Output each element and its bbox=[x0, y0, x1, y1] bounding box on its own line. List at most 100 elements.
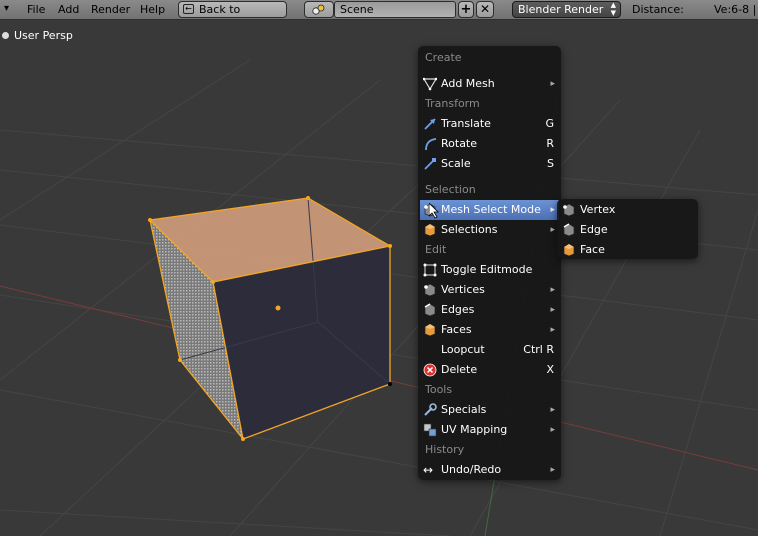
label: Loopcut bbox=[441, 343, 485, 356]
mesh-icon bbox=[422, 77, 438, 91]
scene-name-field[interactable]: Scene bbox=[334, 1, 456, 18]
menu-item-undo-redo[interactable]: ↔ Undo/Redo ▸ bbox=[420, 460, 559, 480]
submenu-arrow-icon: ▸ bbox=[550, 225, 555, 235]
shortcut: R bbox=[546, 137, 554, 150]
label: Edges bbox=[441, 303, 475, 316]
label: Mesh Select Mode bbox=[441, 203, 541, 216]
submenu-arrow-icon: ▸ bbox=[550, 285, 555, 295]
distance-label: Distance: bbox=[632, 3, 684, 16]
menu-item-selections[interactable]: Selections ▸ bbox=[420, 220, 559, 240]
submenu-item-face[interactable]: Face bbox=[559, 240, 696, 260]
menu-item-rotate[interactable]: Rotate R bbox=[420, 134, 559, 154]
submenu-item-vertex[interactable]: Vertex bbox=[559, 200, 696, 220]
shortcut: S bbox=[547, 157, 554, 170]
menu-item-edges[interactable]: Edges ▸ bbox=[420, 300, 559, 320]
label: Scale bbox=[441, 157, 471, 170]
menu-item-loopcut[interactable]: Loopcut Ctrl R bbox=[420, 340, 559, 360]
submenu-arrow-icon: ▸ bbox=[550, 405, 555, 415]
editmode-icon bbox=[423, 263, 437, 277]
face-select-icon bbox=[423, 223, 437, 237]
close-icon: ✕ bbox=[479, 2, 491, 16]
updown-arrows-icon: ▲ ▼ bbox=[610, 1, 616, 17]
object-context-menu: Create Add Mesh ▸ Transform Translate G … bbox=[418, 46, 561, 480]
label: Faces bbox=[441, 323, 472, 336]
vertex-select-icon bbox=[562, 203, 576, 217]
submenu-arrow-icon: ▸ bbox=[550, 205, 555, 215]
scene-browse-button[interactable] bbox=[304, 1, 334, 18]
edge-icon bbox=[423, 303, 437, 317]
object-origin bbox=[275, 305, 281, 311]
label: Face bbox=[580, 243, 605, 256]
section-transform: Transform bbox=[425, 97, 480, 110]
plus-icon: + bbox=[460, 2, 472, 17]
render-engine-select[interactable]: Blender Render ▲ ▼ bbox=[512, 1, 621, 18]
submenu-arrow-icon: ▸ bbox=[550, 79, 555, 89]
menu-item-scale[interactable]: Scale S bbox=[420, 154, 559, 174]
menu-item-add-mesh[interactable]: Add Mesh ▸ bbox=[420, 74, 559, 94]
translate-icon bbox=[423, 117, 437, 131]
info-header: ▾ File Add Render Help ← Back to Previou… bbox=[0, 0, 758, 31]
view-dot-icon bbox=[2, 32, 9, 39]
scale-icon bbox=[423, 157, 437, 171]
label: Undo/Redo bbox=[441, 463, 502, 476]
label: UV Mapping bbox=[441, 423, 508, 436]
back-to-previous-button[interactable]: ← Back to Previous bbox=[178, 1, 287, 31]
rotate-icon bbox=[423, 137, 437, 151]
label: Toggle Editmode bbox=[441, 263, 533, 276]
mouse-cursor-icon bbox=[429, 203, 439, 219]
wrench-icon bbox=[423, 403, 437, 417]
submenu-arrow-icon: ▸ bbox=[550, 305, 555, 315]
submenu-arrow-icon: ▸ bbox=[550, 465, 555, 475]
uv-icon bbox=[423, 423, 437, 437]
scene-name-text: Scene bbox=[340, 3, 374, 16]
view-label: User Persp bbox=[14, 29, 73, 42]
shortcut: X bbox=[546, 363, 554, 376]
undo-redo-icon: ↔ bbox=[423, 463, 434, 477]
menu-item-translate[interactable]: Translate G bbox=[420, 114, 559, 134]
render-engine-label: Blender Render bbox=[518, 3, 604, 16]
header-menu-toggle-icon[interactable]: ▾ bbox=[4, 3, 9, 14]
label: Delete bbox=[441, 363, 478, 376]
label: Translate bbox=[441, 117, 491, 130]
submenu-arrow-icon: ▸ bbox=[550, 325, 555, 335]
label: Vertex bbox=[580, 203, 616, 216]
section-tools: Tools bbox=[425, 383, 453, 396]
shortcut: Ctrl R bbox=[523, 343, 554, 356]
section-selection: Selection bbox=[425, 183, 476, 196]
viewport-canvas bbox=[0, 20, 758, 536]
mesh-select-mode-submenu: Vertex Edge Face bbox=[557, 199, 698, 259]
menu-item-delete[interactable]: Delete X bbox=[420, 360, 559, 380]
menu-item-specials[interactable]: Specials ▸ bbox=[420, 400, 559, 420]
back-icon: ← bbox=[183, 4, 194, 14]
menu-help[interactable]: Help bbox=[140, 3, 165, 16]
menu-item-mesh-select-mode[interactable]: Mesh Select Mode ▸ bbox=[420, 200, 559, 220]
3d-viewport[interactable]: User Persp bbox=[0, 20, 758, 536]
delete-scene-button[interactable]: ✕ bbox=[476, 1, 494, 18]
face-select-icon bbox=[562, 243, 576, 257]
face-icon bbox=[423, 323, 437, 337]
section-history: History bbox=[425, 443, 465, 456]
edge-select-icon bbox=[562, 223, 576, 237]
label: Selections bbox=[441, 223, 498, 236]
section-create: Create bbox=[425, 51, 462, 64]
menu-add[interactable]: Add bbox=[58, 3, 79, 16]
menu-item-vertices[interactable]: Vertices ▸ bbox=[420, 280, 559, 300]
scene-stats: Ve:6-8 | bbox=[714, 3, 757, 16]
menu-item-faces[interactable]: Faces ▸ bbox=[420, 320, 559, 340]
delete-icon bbox=[423, 363, 437, 377]
scene-icon bbox=[312, 4, 325, 16]
submenu-item-edge[interactable]: Edge bbox=[559, 220, 696, 240]
shortcut: G bbox=[545, 117, 554, 130]
label: Rotate bbox=[441, 137, 478, 150]
vertex-icon bbox=[423, 283, 437, 297]
label: Vertices bbox=[441, 283, 485, 296]
add-scene-button[interactable]: + bbox=[458, 1, 474, 18]
section-edit: Edit bbox=[425, 243, 447, 256]
menu-item-uv-mapping[interactable]: UV Mapping ▸ bbox=[420, 420, 559, 440]
menu-item-toggle-editmode[interactable]: Toggle Editmode bbox=[420, 260, 559, 280]
label: Specials bbox=[441, 403, 487, 416]
menu-render[interactable]: Render bbox=[91, 3, 130, 16]
menu-file[interactable]: File bbox=[27, 3, 45, 16]
submenu-arrow-icon: ▸ bbox=[550, 425, 555, 435]
label: Edge bbox=[580, 223, 608, 236]
